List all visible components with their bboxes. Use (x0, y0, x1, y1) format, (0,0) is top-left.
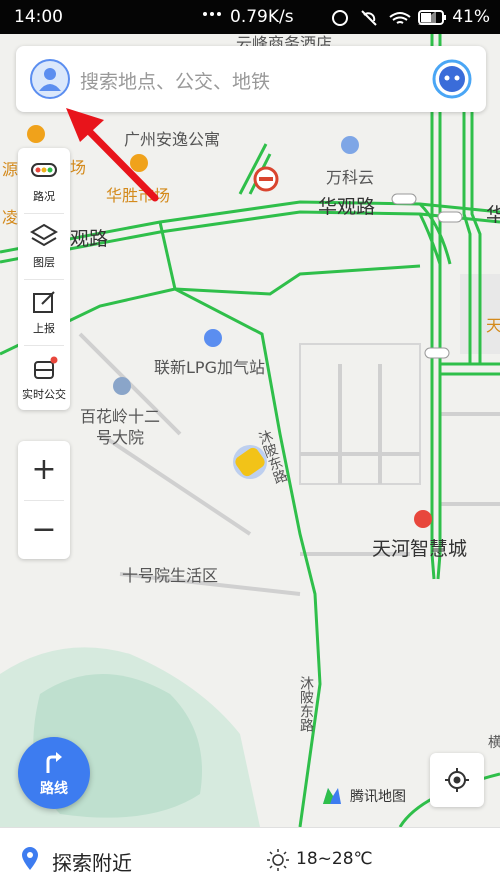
weather-text: 18~28℃ (296, 849, 373, 869)
map-label-apartment: 广州安逸公寓 (124, 130, 221, 149)
user-icon (39, 68, 61, 91)
home-poi-icon (113, 377, 131, 395)
layers-icon (30, 223, 58, 247)
map-label-edge-ling: 凌 (2, 208, 19, 227)
tool-traffic-label: 路况 (33, 190, 55, 203)
route-button[interactable]: 路线 (18, 737, 90, 809)
map-label-edge-tian: 天 (486, 316, 500, 335)
map-label-huaguan-road-2: 观路 (70, 228, 109, 250)
map-label-edge-yuan: 源 (2, 160, 19, 179)
route-button-label: 路线 (40, 781, 68, 797)
brand-logo: 腾讯地图 (320, 784, 406, 808)
zoom-in-button[interactable]: + (18, 441, 70, 499)
tool-traffic[interactable]: 路况 (18, 148, 70, 212)
route-arrow-icon (46, 752, 62, 773)
gas-station-icon (204, 329, 222, 347)
shop-icon (27, 125, 45, 143)
explore-nearby-button[interactable]: 探索附近 (52, 847, 132, 876)
locate-icon (445, 768, 469, 792)
map-label-shihaoyuan: 十号院生活区 (122, 566, 219, 585)
status-bar: 14:00 0.79K/s 41% (0, 0, 500, 34)
map-label-tianhe-city: 天河智慧城 (372, 538, 468, 560)
tool-report[interactable]: 上报 (18, 280, 70, 344)
map-label-lpg: 联新LPG加气站 (154, 358, 265, 377)
traffic-icon (31, 163, 57, 177)
market-icon (130, 154, 148, 172)
traffic-light-icons (391, 193, 463, 359)
map-tool-panel: 路况 图层 上报 实时公交 (18, 148, 70, 410)
tencent-map-logo-icon (323, 788, 341, 804)
map-canvas[interactable]: 云峰商务酒店 广州安逸公寓 华胜市场 源 凌 场 万科云 华观路 观路 华 天 … (0, 34, 500, 827)
map-label-baihualing: 百花岭十二 号大院 (80, 407, 161, 447)
sync-icon (332, 10, 348, 26)
mute-icon (361, 10, 377, 26)
tool-realtime-bus[interactable]: 实时公交 (18, 346, 70, 410)
map-label-muyi-road-2: 沐陂东路 (298, 676, 314, 732)
zoom-out-button[interactable]: − (18, 501, 70, 559)
bottom-bar: 探索附近 18~28℃ (0, 827, 500, 890)
tool-realtime-bus-label: 实时公交 (22, 388, 66, 401)
metro-icon (414, 510, 432, 528)
tool-layers[interactable]: 图层 (18, 214, 70, 278)
locate-button[interactable] (430, 753, 484, 807)
map-roads (0, 34, 500, 827)
battery-icon (418, 10, 446, 25)
wifi-icon (389, 12, 411, 24)
map-label-edge-chang: 场 (70, 158, 87, 177)
status-time: 14:00 (14, 7, 63, 27)
report-icon (33, 291, 55, 313)
tool-layers-label: 图层 (33, 256, 55, 269)
tool-report-label: 上报 (33, 322, 55, 335)
map-label-edge-hua: 华 (486, 204, 500, 226)
search-bar[interactable]: 搜索地点、公交、地铁 (16, 46, 486, 112)
location-pin-icon (22, 847, 38, 870)
realtime-bus-icon (34, 356, 58, 379)
map-label-edge-heng: 横 (488, 735, 500, 751)
zoom-panel: + − (18, 441, 70, 559)
voice-assistant-icon[interactable] (432, 59, 472, 99)
status-net-speed: 0.79K/s (230, 7, 294, 27)
status-dots (202, 7, 222, 21)
building-poi-icon (341, 136, 359, 154)
map-label-wankeyun: 万科云 (326, 168, 375, 187)
avatar[interactable] (30, 59, 70, 99)
search-input[interactable]: 搜索地点、公交、地铁 (80, 67, 270, 94)
brand-name: 腾讯地图 (350, 789, 406, 805)
map-label-huaguan-road: 华观路 (318, 196, 376, 218)
status-battery: 41% (452, 7, 490, 27)
sun-icon (267, 849, 289, 871)
map-label-market: 华胜市场 (106, 186, 171, 205)
